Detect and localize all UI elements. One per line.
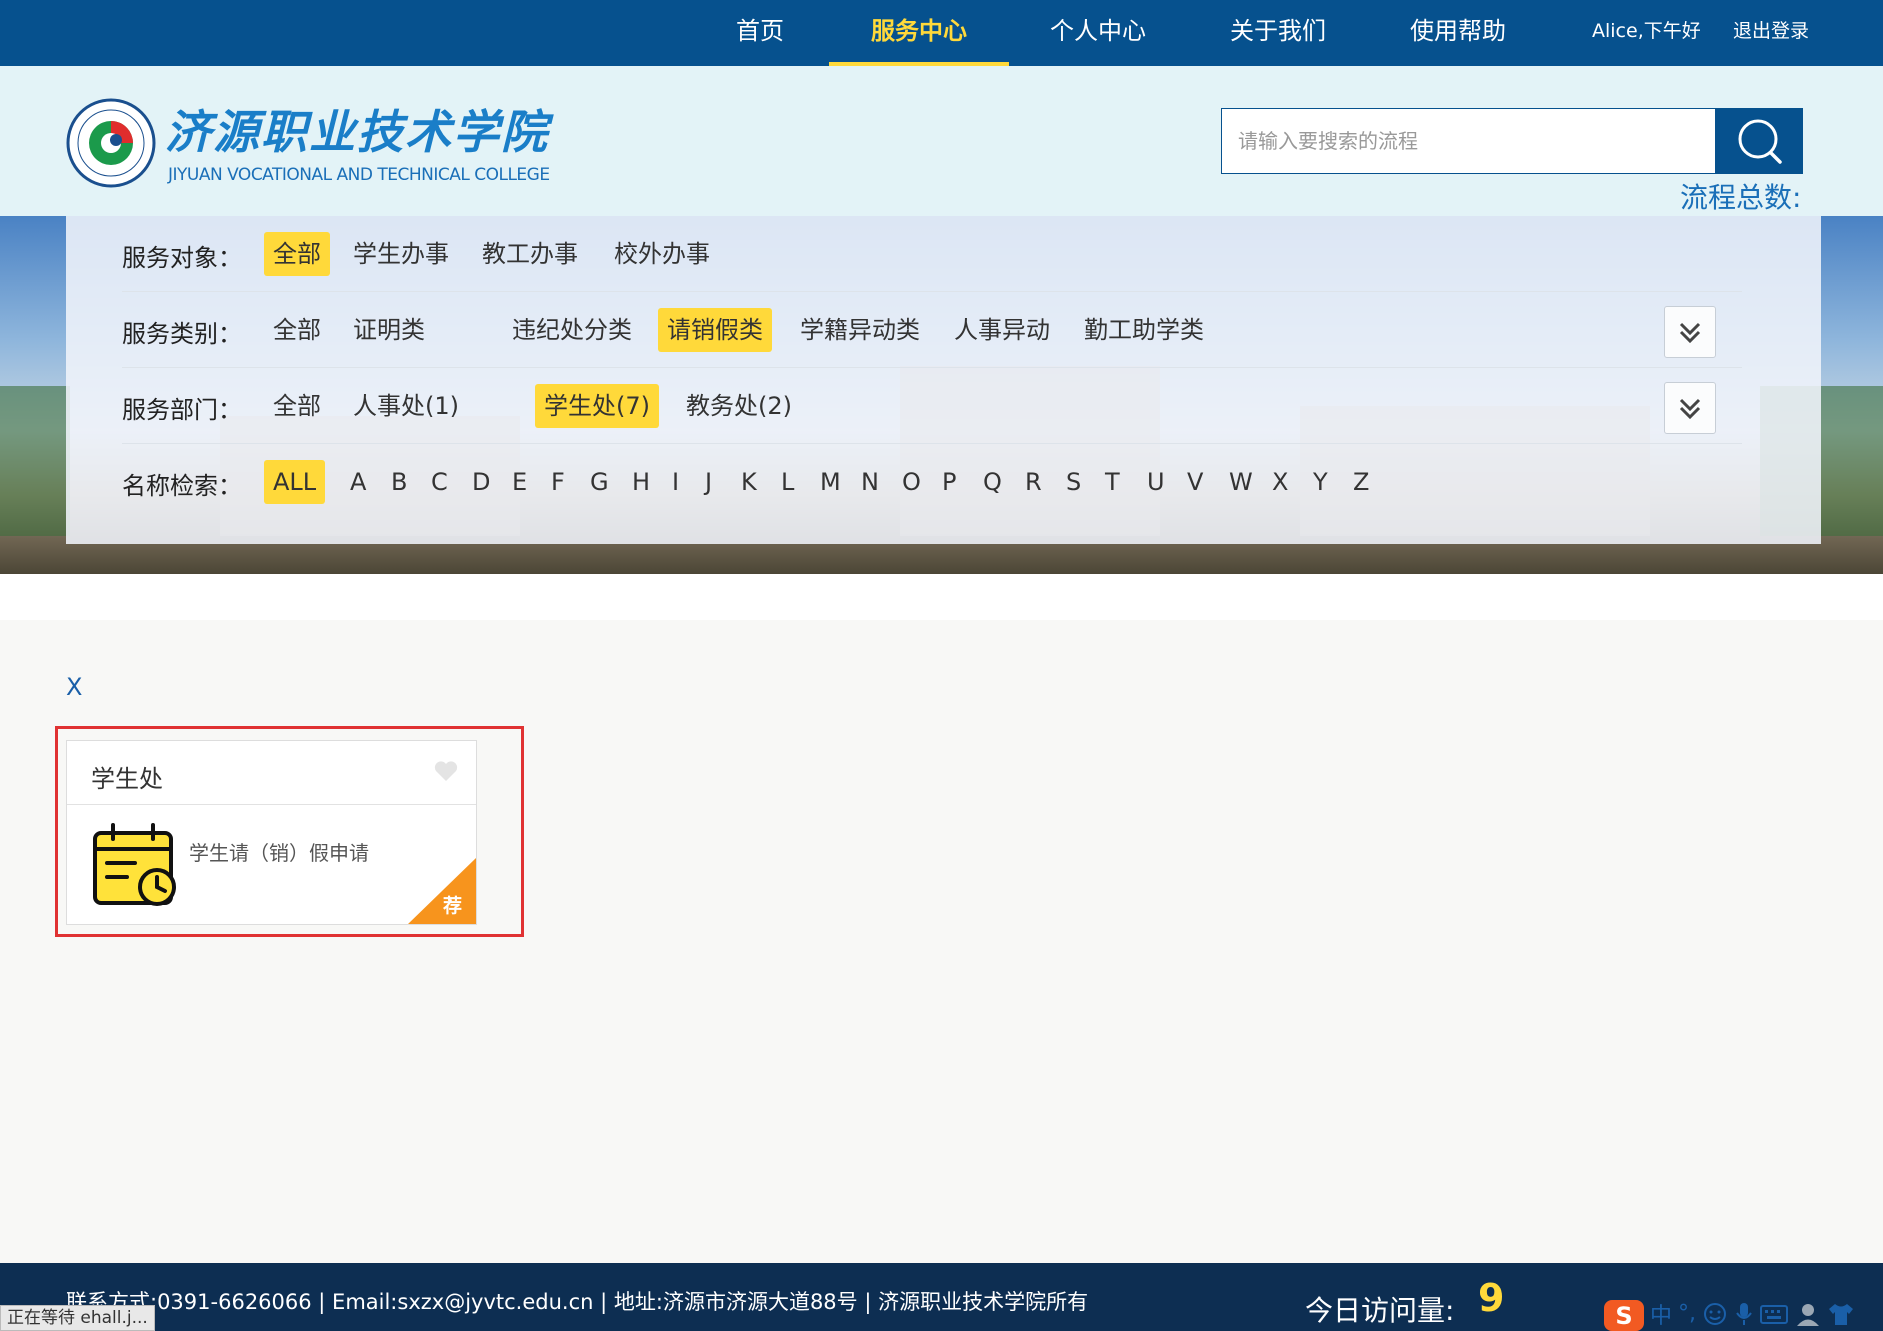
chip-target-staff[interactable]: 教工办事 (473, 232, 587, 276)
nav-service-center[interactable]: 服务中心 (829, 0, 1009, 66)
letter-filter-c[interactable]: C (422, 460, 457, 504)
filter-panel: 服务对象： 全部 学生办事 教工办事 校外办事 服务类别： 全部 证明类 违纪处… (66, 216, 1821, 544)
logout-link[interactable]: 退出登录 (1733, 0, 1809, 66)
letter-filter-j[interactable]: J (696, 460, 721, 504)
close-results-button[interactable]: X (66, 673, 82, 701)
letter-filter-o[interactable]: O (893, 460, 930, 504)
chip-category-enrollment[interactable]: 学籍异动类 (791, 308, 929, 352)
letter-filter-v[interactable]: V (1178, 460, 1212, 504)
letter-filter-p[interactable]: P (933, 460, 965, 504)
filter-label-target: 服务对象： (122, 244, 242, 272)
letter-filter-b[interactable]: B (382, 460, 416, 504)
letter-filter-z[interactable]: Z (1344, 460, 1378, 504)
flow-total-label: 流程总数: (1680, 181, 1802, 214)
content-top-strip (0, 574, 1883, 620)
college-emblem-icon (66, 98, 156, 188)
chip-category-certificate[interactable]: 证明类 (344, 308, 434, 352)
ime-punctuation[interactable]: °, (1678, 1301, 1696, 1326)
search-button[interactable] (1716, 108, 1803, 174)
user-icon[interactable] (1794, 1301, 1822, 1327)
chip-target-external[interactable]: 校外办事 (605, 232, 719, 276)
letter-filter-g[interactable]: G (581, 460, 618, 504)
letter-filter-i[interactable]: I (663, 460, 688, 504)
letter-filter-l[interactable]: L (772, 460, 803, 504)
filter-label-name: 名称检索： (122, 472, 242, 500)
letter-filter-r[interactable]: R (1016, 460, 1051, 504)
ime-language[interactable]: 中 (1650, 1298, 1672, 1330)
microphone-icon[interactable] (1734, 1301, 1754, 1327)
filter-row-target: 服务对象： 全部 学生办事 教工办事 校外办事 (122, 216, 1742, 292)
search-input[interactable] (1221, 108, 1716, 174)
letter-filter-f[interactable]: F (542, 460, 574, 504)
visits-count: 9 (1478, 1276, 1505, 1320)
nav-personal-center[interactable]: 个人中心 (1038, 0, 1158, 66)
chip-department-student-affairs[interactable]: 学生处(7) (535, 384, 659, 428)
nav-home[interactable]: 首页 (720, 0, 800, 66)
letter-filter-x[interactable]: X (1263, 460, 1297, 504)
double-chevron-down-icon (1679, 322, 1701, 344)
browser-status-bar: 正在等待 ehall.j... (0, 1305, 155, 1331)
search-icon (1738, 119, 1782, 164)
skin-shirt-icon[interactable] (1828, 1301, 1854, 1327)
department-card[interactable]: 学生处 学生请（销）假申请 荐 (66, 740, 477, 925)
chip-category-all[interactable]: 全部 (264, 308, 330, 352)
filter-label-department: 服务部门： (122, 396, 242, 424)
letter-filter-n[interactable]: N (852, 460, 888, 504)
card-divider (67, 804, 476, 805)
double-chevron-down-icon (1679, 398, 1701, 420)
letter-filter-y[interactable]: Y (1304, 460, 1337, 504)
top-nav: 首页 服务中心 个人中心 关于我们 使用帮助 Alice,下午好 退出登录 (0, 0, 1883, 66)
college-name-en: JIYUAN VOCATIONAL AND TECHNICAL COLLEGE (168, 165, 550, 185)
letter-filter-all[interactable]: ALL (264, 460, 326, 504)
filter-label-category: 服务类别： (122, 320, 242, 348)
letter-filter-d[interactable]: D (463, 460, 499, 504)
college-name-cn: 济源职业技术学院 (165, 105, 549, 159)
footer-contact: 联系方式:0391-6626066 | Email:sxzx@jyvtc.edu… (66, 1290, 1089, 1314)
nav-help[interactable]: 使用帮助 (1398, 0, 1518, 66)
letter-filter-e[interactable]: E (503, 460, 536, 504)
chip-department-all[interactable]: 全部 (264, 384, 330, 428)
recommend-badge: 荐 (443, 895, 463, 917)
chip-category-personnel[interactable]: 人事异动 (945, 308, 1059, 352)
letter-filter-m[interactable]: M (811, 460, 850, 504)
heart-icon[interactable] (433, 759, 459, 783)
user-greeting: Alice,下午好 (1592, 20, 1701, 42)
sogou-logo-icon[interactable]: S (1604, 1296, 1644, 1331)
letter-filter-h[interactable]: H (623, 460, 659, 504)
recommend-ribbon (408, 857, 476, 924)
chip-category-leave[interactable]: 请销假类 (658, 308, 772, 352)
letter-filter-t[interactable]: T (1096, 460, 1129, 504)
nav-about-us[interactable]: 关于我们 (1218, 0, 1338, 66)
calendar-clock-icon (93, 823, 176, 906)
visits-label: 今日访问量: (1305, 1294, 1455, 1327)
chip-department-hr[interactable]: 人事处(1) (344, 384, 468, 428)
service-item-leave-request[interactable]: 学生请（销）假申请 (189, 837, 369, 866)
chip-department-academic[interactable]: 教务处(2) (677, 384, 801, 428)
chip-target-all[interactable]: 全部 (264, 232, 330, 276)
ime-toolbar: S 中 °, (1604, 1296, 1883, 1331)
keyboard-icon[interactable] (1760, 1303, 1789, 1325)
filter-row-department: 服务部门： 全部 人事处(1) 学生处(7) 教务处(2) (122, 368, 1742, 444)
chip-target-student[interactable]: 学生办事 (344, 232, 458, 276)
filter-row-name: 名称检索： ALL A B C D E F G H I J K L M N O P Q R S T U V W X Y Z (122, 444, 1742, 520)
letter-filter-w[interactable]: W (1220, 460, 1262, 504)
chip-category-workstudy[interactable]: 勤工助学类 (1075, 308, 1213, 352)
letter-filter-q[interactable]: Q (974, 460, 1011, 504)
chip-category-discipline[interactable]: 违纪处分类 (503, 308, 641, 352)
expand-category-button[interactable] (1664, 306, 1716, 358)
letter-filter-k[interactable]: K (732, 460, 766, 504)
emoji-icon[interactable] (1702, 1301, 1728, 1327)
filter-row-category: 服务类别： 全部 证明类 违纪处分类 请销假类 学籍异动类 人事异动 勤工助学类 (122, 292, 1742, 368)
expand-department-button[interactable] (1664, 382, 1716, 434)
card-title: 学生处 (91, 765, 163, 793)
letter-filter-a[interactable]: A (341, 460, 375, 504)
letter-filter-s[interactable]: S (1057, 460, 1090, 504)
letter-filter-u[interactable]: U (1138, 460, 1174, 504)
svg-text:S: S (1615, 1302, 1632, 1330)
